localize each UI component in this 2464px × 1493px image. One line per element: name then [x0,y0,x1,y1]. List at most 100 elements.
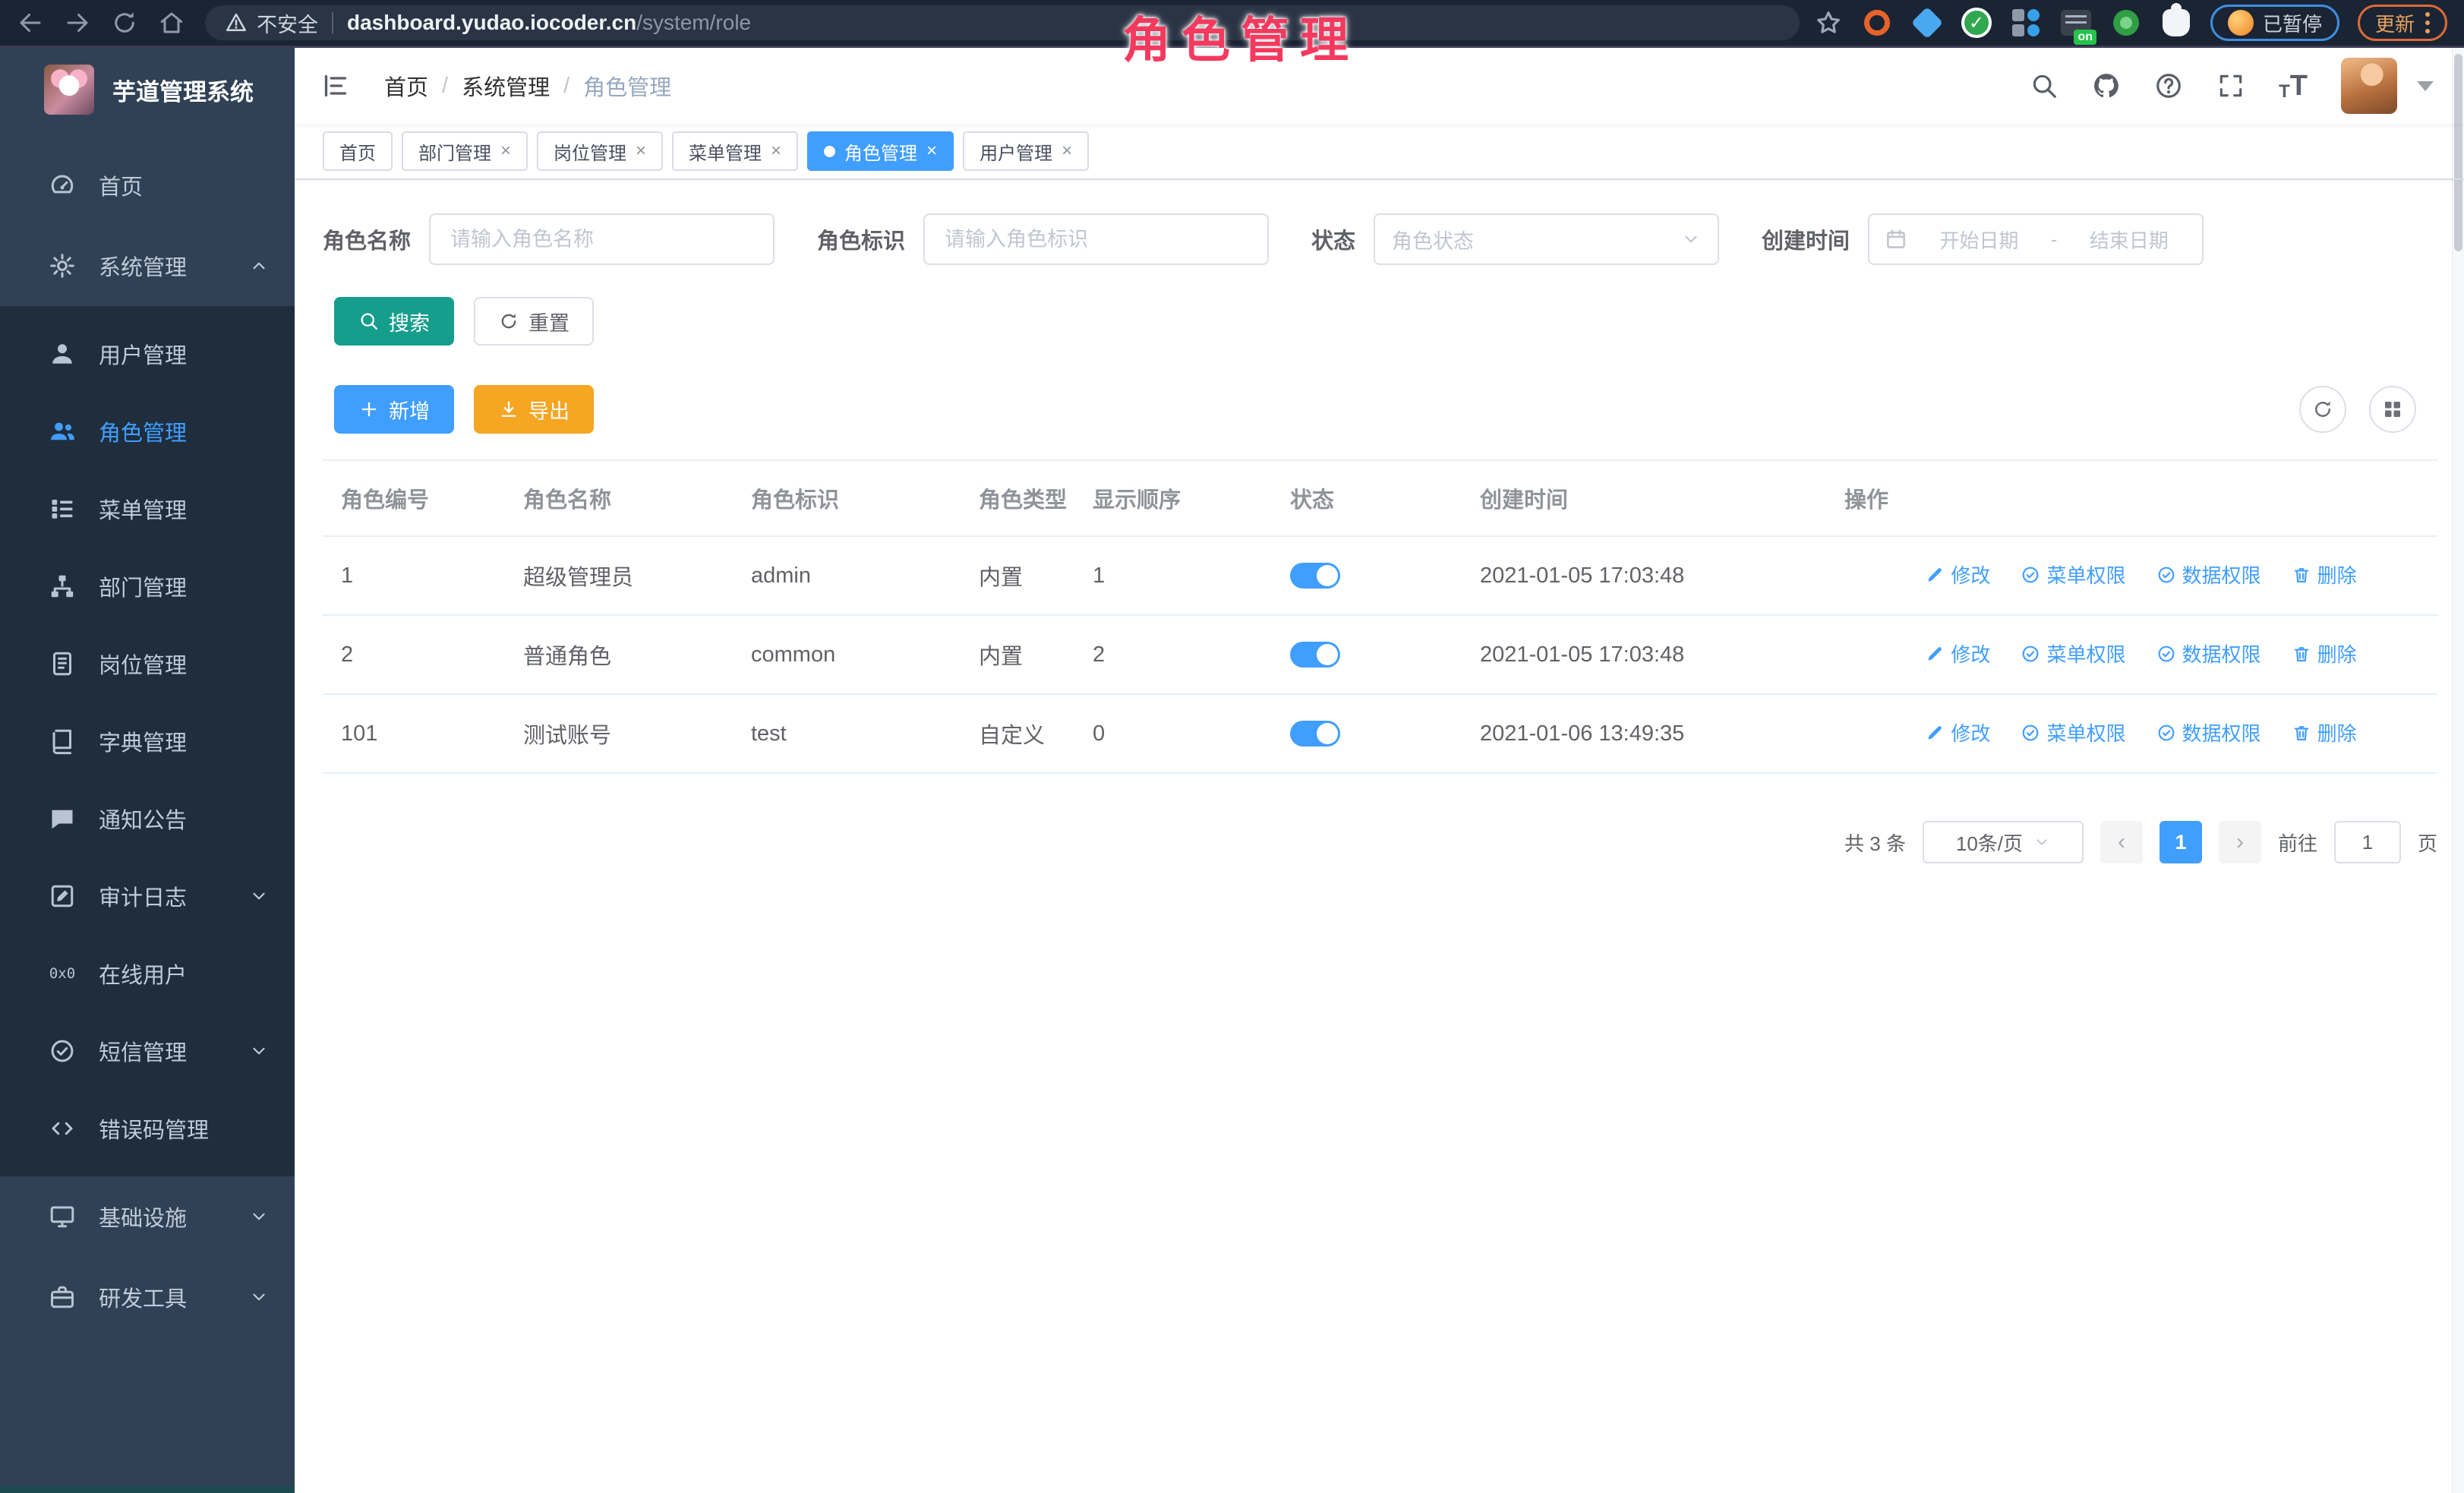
address-bar[interactable]: 不安全 dashboard.yudao.iocoder.cn/system/ro… [205,5,1800,40]
extension-switch-icon[interactable]: on [2060,7,2092,39]
data-permission-link[interactable]: 数据权限 [2156,718,2261,746]
date-range-picker[interactable]: 开始日期 - 结束日期 [1868,213,2204,265]
sidebar-item-system[interactable]: 系统管理 [0,226,295,306]
sidebar-logo[interactable]: 芋道管理系统 [0,48,295,131]
refresh-table-button[interactable] [2299,386,2346,433]
tag-menu[interactable]: 菜单管理× [672,131,798,171]
reset-button[interactable]: 重置 [474,297,594,346]
not-secure-warning-icon [225,11,248,34]
user-avatar[interactable] [2341,58,2397,114]
status-label: 状态 [1311,223,1355,255]
delete-link[interactable]: 删除 [2292,560,2357,589]
sidebar-item-audit[interactable]: 审计日志 [0,857,295,935]
table-header-row: 角色编号 角色名称 角色标识 角色类型 显示顺序 状态 创建时间 操作 [323,460,2437,536]
edit-link[interactable]: 修改 [1925,718,1990,746]
search-icon[interactable] [2030,71,2059,100]
tag-user[interactable]: 用户管理× [963,131,1089,171]
status-toggle[interactable] [1290,563,1340,589]
edit-link[interactable]: 修改 [1925,639,1990,668]
sidebar-item-infra[interactable]: 基础设施 [0,1176,295,1257]
menu-permission-link[interactable]: 菜单权限 [2021,639,2125,668]
tag-post[interactable]: 岗位管理× [537,131,663,171]
breadcrumb-home[interactable]: 首页 [384,70,428,102]
chrome-menu-icon[interactable] [2425,12,2430,33]
role-name-input[interactable] [429,213,775,265]
current-page-button[interactable]: 1 [2160,821,2202,863]
delete-link[interactable]: 删除 [2292,639,2357,668]
status-select[interactable]: 角色状态 [1374,213,1719,265]
org-tree-icon [49,573,76,600]
avatar-caret-icon[interactable] [2417,81,2434,91]
sidebar-item-sms[interactable]: 短信管理 [0,1012,295,1090]
scrollbar[interactable] [2452,48,2464,1493]
sidebar-item-home[interactable]: 首页 [0,145,295,226]
system-submenu: 用户管理 角色管理 菜单管理 部门管理 岗位管理 [0,306,295,1176]
close-icon[interactable]: × [771,140,781,162]
sidebar-item-errcode[interactable]: 错误码管理 [0,1090,295,1167]
sidebar-item-dict[interactable]: 字典管理 [0,702,295,780]
col-role-key: 角色标识 [733,460,961,536]
search-button[interactable]: 搜索 [334,297,454,346]
goto-page-input[interactable] [2334,821,2401,863]
sidebar-item-post[interactable]: 岗位管理 [0,625,295,702]
sidebar-label: 短信管理 [0,1035,187,1067]
update-button[interactable]: 更新 [2358,5,2447,41]
page-content: 角色名称 角色标识 状态 角色状态 创建时间 开始日期 - 结束日期 [295,180,2464,863]
end-date-placeholder: 结束日期 [2071,226,2187,254]
font-size-icon[interactable]: TT [2279,70,2308,103]
sidebar-label: 系统管理 [0,250,187,282]
data-permission-link[interactable]: 数据权限 [2156,639,2261,668]
tag-home[interactable]: 首页 [323,131,393,171]
bookmark-star-icon[interactable] [1814,8,1843,37]
sidebar-item-online[interactable]: 0x0 在线用户 [0,935,295,1012]
browser-forward-icon[interactable] [64,9,91,36]
delete-link[interactable]: 删除 [2292,718,2357,746]
tag-role-active[interactable]: 角色管理× [807,131,954,171]
export-button[interactable]: 导出 [474,385,594,434]
close-icon[interactable]: × [926,140,937,162]
code-icon [49,1115,76,1142]
extension-green-icon[interactable] [2110,7,2142,39]
extensions-puzzle-icon[interactable] [2160,7,2192,39]
data-permission-link[interactable]: 数据权限 [2156,560,2261,589]
extension-target-icon[interactable] [1861,7,1893,39]
sidebar-item-user[interactable]: 用户管理 [0,315,295,393]
browser-home-icon[interactable] [158,9,185,36]
browser-back-icon[interactable] [17,9,44,36]
breadcrumb-system[interactable]: 系统管理 [462,70,550,102]
sidebar-label: 在线用户 [0,958,187,990]
github-icon[interactable] [2092,71,2121,100]
extension-check-icon[interactable]: ✓ [1961,8,1992,38]
menu-permission-link[interactable]: 菜单权限 [2021,718,2125,746]
message-icon [49,805,76,832]
extension-grid-icon[interactable] [2010,7,2042,39]
sidebar-item-notice[interactable]: 通知公告 [0,780,295,857]
extension-gem-icon[interactable] [1911,7,1943,39]
close-icon[interactable]: × [500,140,511,162]
profile-paused-pill[interactable]: 已暂停 [2210,5,2339,41]
tag-dept[interactable]: 部门管理× [402,131,528,171]
column-settings-button[interactable] [2369,386,2416,433]
status-toggle[interactable] [1290,721,1340,746]
edit-icon [1925,644,1945,664]
hamburger-icon[interactable] [320,71,351,101]
sidebar-item-menu[interactable]: 菜单管理 [0,470,295,548]
sidebar-item-dept[interactable]: 部门管理 [0,548,295,625]
edit-icon [1925,723,1945,743]
help-icon[interactable] [2154,71,2183,100]
sidebar-item-role[interactable]: 角色管理 [0,393,295,470]
add-button[interactable]: 新增 [334,385,454,434]
fullscreen-icon[interactable] [2216,71,2245,100]
edit-link[interactable]: 修改 [1925,560,1990,589]
close-icon[interactable]: × [1062,140,1072,162]
next-page-button[interactable]: › [2219,821,2261,863]
sidebar-label: 部门管理 [0,570,187,602]
prev-page-button[interactable]: ‹ [2100,821,2143,863]
close-icon[interactable]: × [636,140,646,162]
sidebar-item-dev[interactable]: 研发工具 [0,1257,295,1337]
status-toggle[interactable] [1290,642,1340,668]
browser-reload-icon[interactable] [111,9,138,36]
menu-permission-link[interactable]: 菜单权限 [2021,560,2125,589]
role-key-input[interactable] [923,213,1269,265]
page-size-select[interactable]: 10条/页 [1923,821,2084,863]
